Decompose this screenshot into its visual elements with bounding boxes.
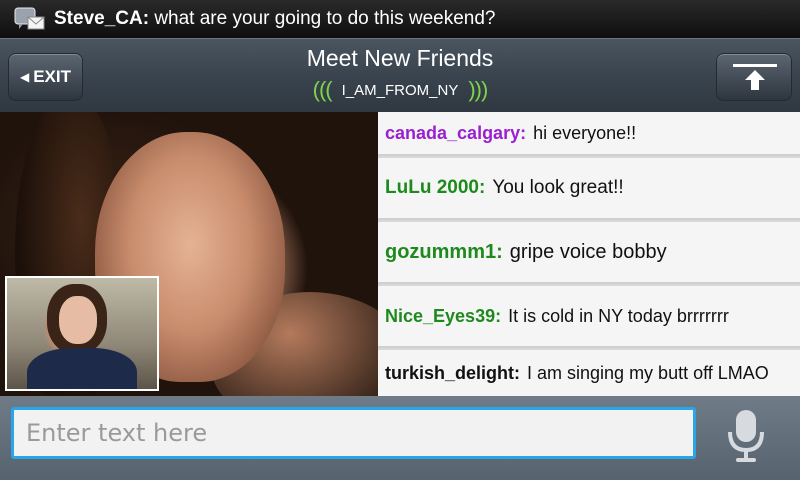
chat-message: LuLu 2000: You look great!! — [378, 158, 800, 220]
page-title: Meet New Friends — [306, 45, 494, 71]
upload-button[interactable] — [716, 53, 792, 101]
chat-username: canada_calgary: — [385, 122, 527, 143]
room-name: I_AM_FROM_NY — [341, 81, 459, 99]
chat-message: gozummm1: gripe voice bobby — [378, 222, 800, 284]
chat-text: hi everyone!! — [533, 122, 637, 143]
chat-text: It is cold in NY today brrrrrrr — [508, 305, 729, 326]
self-video-preview[interactable] — [5, 276, 159, 391]
pip-face — [59, 296, 97, 344]
chat-username: Nice_Eyes39: — [385, 305, 502, 326]
upload-arrow-icon — [733, 64, 777, 90]
header-bar: ◀ EXIT Meet New Friends ((( I_AM_FROM_NY… — [0, 38, 800, 112]
chat-username: turkish_delight: — [385, 362, 521, 383]
microphone-button[interactable] — [724, 408, 768, 466]
notification-sender: Steve_CA: — [54, 8, 150, 29]
message-input[interactable] — [11, 407, 696, 459]
chat-username: LuLu 2000: — [385, 177, 486, 198]
chat-message: canada_calgary: hi everyone!! — [378, 112, 800, 156]
microphone-icon — [728, 410, 764, 462]
pip-body — [27, 348, 137, 389]
chat-text: You look great!! — [492, 177, 624, 198]
chat-message: turkish_delight: I am singing my butt of… — [378, 350, 800, 396]
room-indicator: ((( I_AM_FROM_NY ))) — [0, 77, 800, 103]
input-bar — [0, 396, 800, 480]
chat-message: Nice_Eyes39: It is cold in NY today brrr… — [378, 286, 800, 348]
notification-message: what are your going to do this weekend? — [154, 8, 496, 29]
signal-waves-left-icon: ((( — [312, 77, 333, 102]
chat-username: gozummm1: — [385, 240, 503, 263]
chat-text: gripe voice bobby — [509, 240, 667, 263]
signal-waves-right-icon: ))) — [468, 77, 488, 102]
chat-list[interactable]: canada_calgary: hi everyone!! LuLu 2000:… — [378, 112, 800, 396]
notification-bar[interactable]: Steve_CA: what are your going to do this… — [0, 0, 800, 38]
chat-text: I am singing my butt off LMAO — [527, 362, 769, 383]
message-notification-icon — [14, 6, 46, 32]
notification-text: Steve_CA: what are your going to do this… — [54, 8, 496, 30]
